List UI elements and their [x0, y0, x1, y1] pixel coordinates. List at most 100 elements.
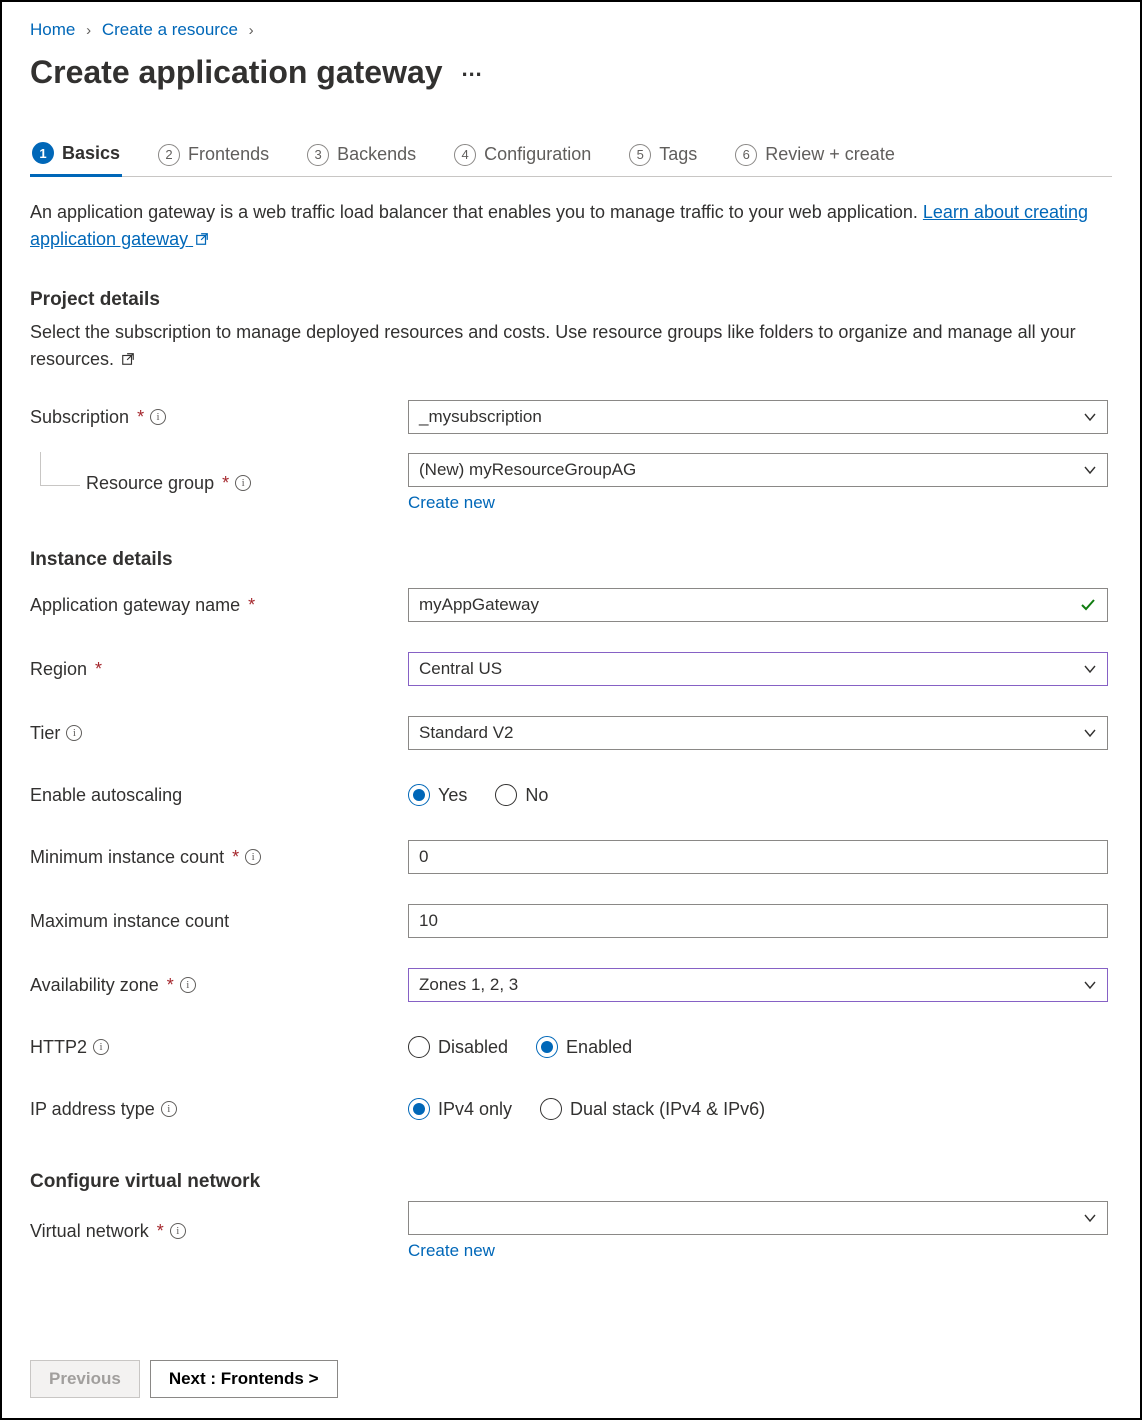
tab-step-number: 3	[307, 144, 329, 166]
gateway-name-value: myAppGateway	[419, 595, 539, 615]
radio-label: IPv4 only	[438, 1099, 512, 1120]
label-max-instance-count: Maximum instance count	[30, 911, 408, 932]
min-instance-input[interactable]: 0	[408, 840, 1108, 874]
subscription-value: _mysubscription	[419, 407, 542, 427]
radio-icon	[408, 1036, 430, 1058]
next-button[interactable]: Next : Frontends >	[150, 1360, 338, 1398]
http2-disabled-radio[interactable]: Disabled	[408, 1036, 508, 1058]
tab-label: Basics	[62, 143, 120, 164]
ip-type-radio-group: IPv4 only Dual stack (IPv4 & IPv6)	[408, 1098, 1108, 1120]
radio-label: Disabled	[438, 1037, 508, 1058]
autoscaling-radio-group: Yes No	[408, 784, 1108, 806]
tab-step-number: 2	[158, 144, 180, 166]
section-project-details: Project details	[30, 289, 1112, 311]
info-icon[interactable]: i	[235, 475, 251, 491]
tab-step-number: 1	[32, 142, 54, 164]
ip-ipv4only-radio[interactable]: IPv4 only	[408, 1098, 512, 1120]
label-autoscaling: Enable autoscaling	[30, 785, 408, 806]
chevron-right-icon: ›	[249, 22, 254, 39]
tab-review-create[interactable]: 6 Review + create	[733, 142, 897, 177]
ip-dualstack-radio[interactable]: Dual stack (IPv4 & IPv6)	[540, 1098, 765, 1120]
radio-label: Yes	[438, 785, 467, 806]
section-virtual-network: Configure virtual network	[30, 1171, 1112, 1193]
autoscaling-yes-radio[interactable]: Yes	[408, 784, 467, 806]
more-menu-icon[interactable]: …	[461, 56, 485, 82]
tab-label: Review + create	[765, 144, 895, 165]
breadcrumb-create-resource[interactable]: Create a resource	[102, 20, 238, 39]
availability-zone-select[interactable]: Zones 1, 2, 3	[408, 968, 1108, 1002]
radio-label: Enabled	[566, 1037, 632, 1058]
gateway-name-input[interactable]: myAppGateway	[408, 588, 1108, 622]
label-ip-type: IP address type i	[30, 1099, 408, 1120]
availability-zone-value: Zones 1, 2, 3	[419, 975, 518, 995]
create-new-resource-group-link[interactable]: Create new	[408, 493, 495, 513]
chevron-down-icon	[1083, 978, 1097, 992]
info-icon[interactable]: i	[161, 1101, 177, 1117]
radio-icon	[540, 1098, 562, 1120]
tier-value: Standard V2	[419, 723, 514, 743]
tab-step-number: 5	[629, 144, 651, 166]
label-virtual-network: Virtual network* i	[30, 1221, 408, 1242]
breadcrumb-home[interactable]: Home	[30, 20, 75, 39]
radio-label: Dual stack (IPv4 & IPv6)	[570, 1099, 765, 1120]
label-resource-group: Resource group* i	[30, 473, 408, 494]
chevron-down-icon	[1083, 662, 1097, 676]
max-instance-value: 10	[419, 911, 438, 931]
tab-tags[interactable]: 5 Tags	[627, 142, 699, 177]
http2-enabled-radio[interactable]: Enabled	[536, 1036, 632, 1058]
indent-line-icon	[40, 452, 80, 486]
label-gateway-name: Application gateway name*	[30, 595, 408, 616]
create-new-vnet-link[interactable]: Create new	[408, 1241, 495, 1261]
intro-text: An application gateway is a web traffic …	[30, 199, 1112, 253]
max-instance-input[interactable]: 10	[408, 904, 1108, 938]
tab-configuration[interactable]: 4 Configuration	[452, 142, 593, 177]
radio-icon	[408, 784, 430, 806]
external-link-icon	[195, 232, 209, 246]
info-icon[interactable]: i	[93, 1039, 109, 1055]
label-availability-zone: Availability zone* i	[30, 975, 408, 996]
http2-radio-group: Disabled Enabled	[408, 1036, 1108, 1058]
intro-text-body: An application gateway is a web traffic …	[30, 202, 923, 222]
radio-label: No	[525, 785, 548, 806]
tab-frontends[interactable]: 2 Frontends	[156, 142, 271, 177]
region-value: Central US	[419, 659, 502, 679]
previous-button: Previous	[30, 1360, 140, 1398]
chevron-down-icon	[1083, 726, 1097, 740]
radio-icon	[495, 784, 517, 806]
tab-basics[interactable]: 1 Basics	[30, 142, 122, 177]
tab-step-number: 4	[454, 144, 476, 166]
virtual-network-select[interactable]	[408, 1201, 1108, 1235]
tab-step-number: 6	[735, 144, 757, 166]
resource-group-select[interactable]: (New) myResourceGroupAG	[408, 453, 1108, 487]
chevron-right-icon: ›	[86, 22, 91, 39]
info-icon[interactable]: i	[150, 409, 166, 425]
label-tier: Tier i	[30, 723, 408, 744]
external-link-icon	[121, 352, 135, 366]
section-instance-details: Instance details	[30, 549, 1112, 571]
tab-label: Frontends	[188, 144, 269, 165]
tier-select[interactable]: Standard V2	[408, 716, 1108, 750]
info-icon[interactable]: i	[66, 725, 82, 741]
region-select[interactable]: Central US	[408, 652, 1108, 686]
min-instance-value: 0	[419, 847, 428, 867]
radio-icon	[536, 1036, 558, 1058]
tab-backends[interactable]: 3 Backends	[305, 142, 418, 177]
info-icon[interactable]: i	[245, 849, 261, 865]
label-min-instance-count: Minimum instance count* i	[30, 847, 408, 868]
page-title: Create application gateway …	[30, 54, 1112, 91]
tab-label: Tags	[659, 144, 697, 165]
autoscaling-no-radio[interactable]: No	[495, 784, 548, 806]
subscription-select[interactable]: _mysubscription	[408, 400, 1108, 434]
wizard-tabs: 1 Basics 2 Frontends 3 Backends 4 Config…	[30, 141, 1112, 177]
project-details-desc: Select the subscription to manage deploy…	[30, 319, 1112, 373]
wizard-footer: Previous Next : Frontends >	[30, 1320, 1112, 1398]
label-subscription: Subscription* i	[30, 407, 408, 428]
chevron-down-icon	[1083, 410, 1097, 424]
info-icon[interactable]: i	[170, 1223, 186, 1239]
label-region: Region*	[30, 659, 408, 680]
radio-icon	[408, 1098, 430, 1120]
resource-group-value: (New) myResourceGroupAG	[419, 460, 636, 480]
info-icon[interactable]: i	[180, 977, 196, 993]
tab-label: Backends	[337, 144, 416, 165]
project-details-desc-text: Select the subscription to manage deploy…	[30, 322, 1076, 369]
